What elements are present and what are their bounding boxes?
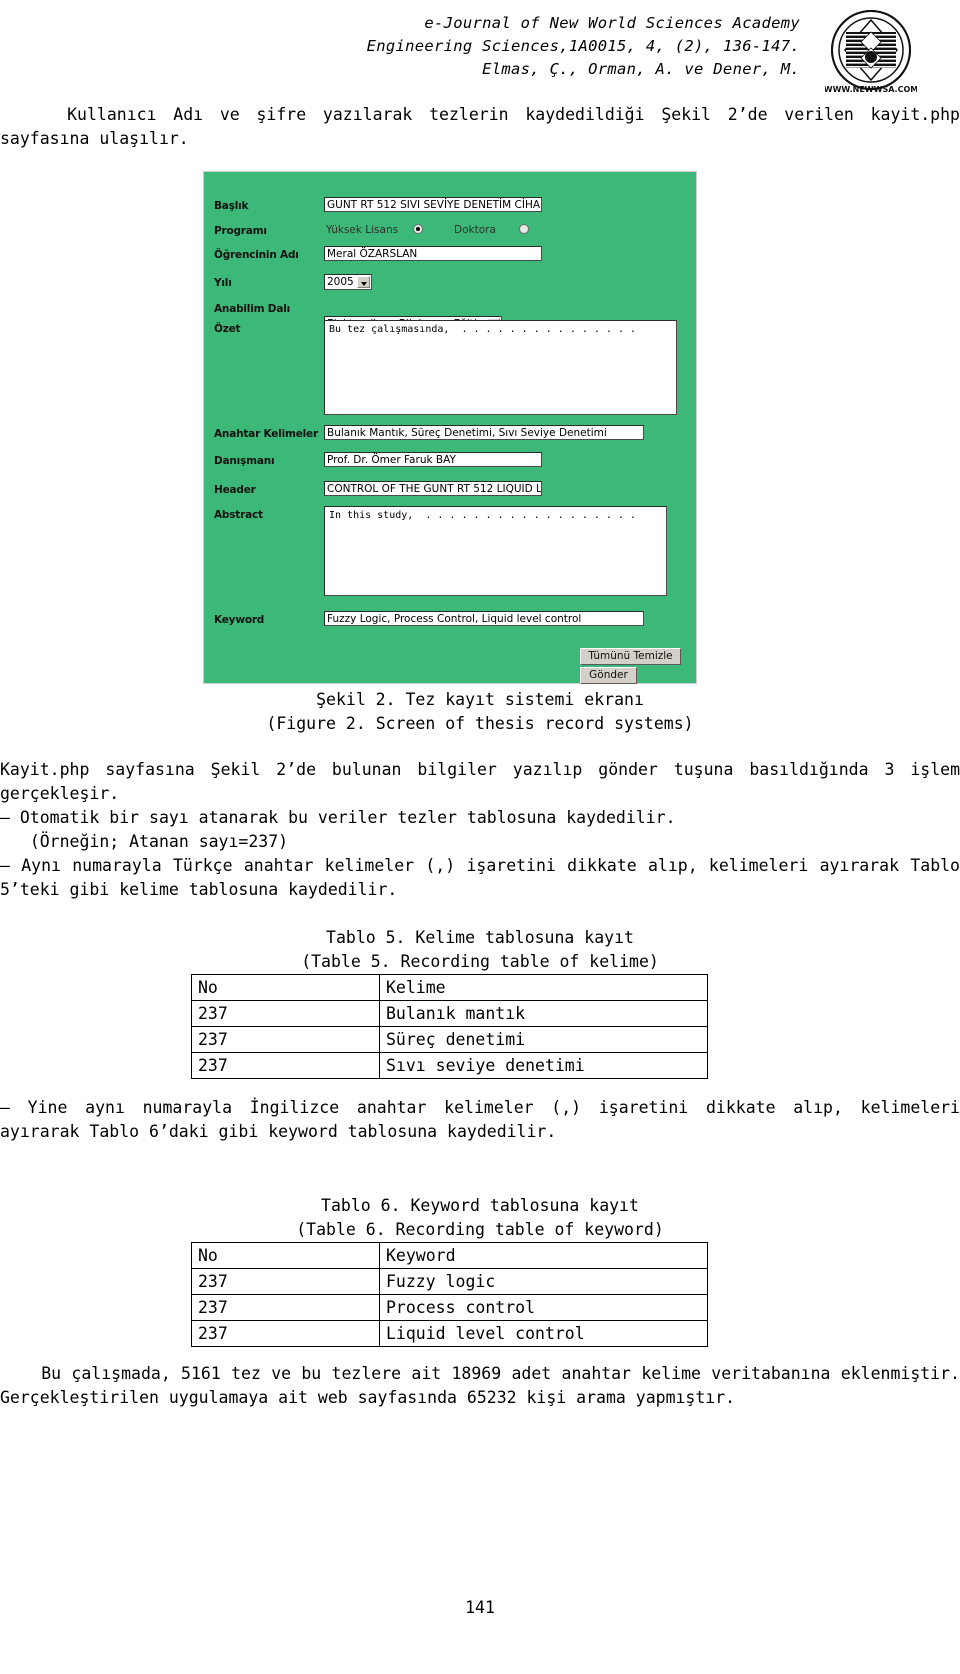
- table5-row2-kelime: Sıvı seviye denetimi: [379, 1052, 708, 1079]
- form-label-programi: Programı: [214, 225, 267, 237]
- table6-header-keyword: Keyword: [379, 1242, 708, 1269]
- figure-caption-tr: Şekil 2. Tez kayıt sistemi ekranı: [316, 690, 644, 709]
- thesis-record-form-screenshot: Başlık GUNT RT 512 SIVI SEVİYE DENETİM C…: [203, 171, 697, 684]
- baslik-input[interactable]: GUNT RT 512 SIVI SEVİYE DENETİM CİHA: [324, 197, 542, 212]
- ogrencinin-adi-input[interactable]: Meral ÖZARSLAN: [324, 246, 542, 261]
- table6-row0-keyword: Fuzzy logic: [379, 1268, 708, 1295]
- form-label-danismani: Danışmanı: [214, 455, 275, 467]
- table6-row0-no: 237: [191, 1268, 380, 1295]
- table-row: 237 Sıvı seviye denetimi: [191, 1052, 708, 1079]
- journal-issue-info: Engineering Sciences,1A0015, 4, (2), 136…: [366, 37, 800, 55]
- table6-row1-keyword: Process control: [379, 1294, 708, 1321]
- form-label-anahtar-kelimeler: Anahtar Kelimeler: [214, 428, 318, 440]
- radio-label-yuksek-lisans: Yüksek Lisans: [326, 224, 399, 236]
- table-header-row: No Kelime: [191, 974, 708, 1001]
- table6: No Keyword 237 Fuzzy logic 237 Process c…: [191, 1242, 708, 1347]
- table5-header-kelime: Kelime: [379, 974, 708, 1001]
- form-label-yili: Yılı: [214, 277, 232, 289]
- figure-caption-en: (Figure 2. Screen of thesis record syste…: [266, 714, 694, 733]
- newwsa-logo: WWW.NEWWSA.COM: [824, 10, 918, 94]
- table6-caption-en: (Table 6. Recording table of keyword): [296, 1220, 664, 1239]
- body-paragraph-1: Kayit.php sayfasına Şekil 2’de bulunan b…: [0, 760, 960, 803]
- form-label-abstract: Abstract: [214, 509, 263, 521]
- danismani-input[interactable]: Prof. Dr. Ömer Faruk BAY: [324, 452, 542, 467]
- page-number: 141: [465, 1598, 495, 1617]
- table6-caption-tr: Tablo 6. Keyword tablosuna kayıt: [321, 1196, 639, 1215]
- table6-row2-no: 237: [191, 1320, 380, 1347]
- radio-label-doktora: Doktora: [454, 224, 496, 236]
- radio-yuksek-lisans[interactable]: [413, 224, 423, 234]
- journal-authors: Elmas, Ç., Orman, A. ve Dener, M.: [482, 60, 800, 78]
- yili-select-value: 2005: [327, 276, 354, 288]
- table5-row0-kelime: Bulanık mantık: [379, 1000, 708, 1027]
- table5-row0-no: 237: [191, 1000, 380, 1027]
- intro-paragraph: Kullanıcı Adı ve şifre yazılarak tezleri…: [0, 105, 960, 148]
- newwsa-logo-icon: WWW.NEWWSA.COM: [824, 10, 918, 94]
- table-row: 237 Bulanık mantık: [191, 1000, 708, 1027]
- table-row: 237 Fuzzy logic: [191, 1268, 708, 1295]
- anahtar-kelimeler-input[interactable]: Bulanık Mantık, Süreç Denetimi, Sıvı Sev…: [324, 425, 644, 440]
- table5-row2-no: 237: [191, 1052, 380, 1079]
- form-label-keyword: Keyword: [214, 614, 265, 626]
- table5-header-no: No: [191, 974, 380, 1001]
- body-paragraph-2b: (Örneğin; Atanan sayı=237): [0, 832, 289, 851]
- table5-row1-no: 237: [191, 1026, 380, 1053]
- ozet-textarea[interactable]: Bu tez çalışmasında, . . . . . . . . . .…: [324, 320, 677, 415]
- form-label-baslik: Başlık: [214, 200, 249, 212]
- table-row: 237 Process control: [191, 1294, 708, 1321]
- abstract-textarea[interactable]: In this study, . . . . . . . . . . . . .…: [324, 506, 667, 596]
- table5: No Kelime 237 Bulanık mantık 237 Süreç d…: [191, 974, 708, 1079]
- form-label-ogrencinin-adi: Öğrencinin Adı: [214, 249, 299, 261]
- table5-caption-tr: Tablo 5. Kelime tablosuna kayıt: [326, 928, 634, 947]
- body-paragraph-3: ― Aynı numarayla Türkçe anahtar kelimele…: [0, 856, 960, 899]
- clear-all-button[interactable]: Tümünü Temizle: [580, 648, 681, 665]
- body-paragraph-2: ― Otomatik bir sayı atanarak bu veriler …: [0, 808, 676, 827]
- table-row: 237 Süreç denetimi: [191, 1026, 708, 1053]
- body-paragraph-4: ― Yine aynı numarayla İngilizce anahtar …: [0, 1098, 960, 1141]
- table6-row2-keyword: Liquid level control: [379, 1320, 708, 1347]
- journal-header: e-Journal of New World Sciences Academy …: [0, 8, 960, 94]
- table-header-row: No Keyword: [191, 1242, 708, 1269]
- table5-caption-en: (Table 5. Recording table of kelime): [301, 952, 659, 971]
- journal-citation-block: e-Journal of New World Sciences Academy …: [367, 12, 800, 81]
- form-label-anabilim-dali: Anabilim Dalı: [214, 303, 290, 315]
- form-label-header: Header: [214, 484, 256, 496]
- radio-doktora[interactable]: [519, 224, 529, 234]
- journal-name: e-Journal of New World Sciences Academy: [424, 14, 800, 32]
- header-input[interactable]: CONTROL OF THE GUNT RT 512 LIQUID L: [324, 481, 542, 496]
- body-paragraph-5: Bu çalışmada, 5161 tez ve bu tezlere ait…: [0, 1364, 960, 1407]
- chevron-down-icon[interactable]: [357, 276, 370, 288]
- table-row: 237 Liquid level control: [191, 1320, 708, 1347]
- form-label-ozet: Özet: [214, 323, 241, 335]
- table6-row1-no: 237: [191, 1294, 380, 1321]
- table5-row1-kelime: Süreç denetimi: [379, 1026, 708, 1053]
- logo-url-text: WWW.NEWWSA.COM: [825, 85, 917, 94]
- submit-button[interactable]: Gönder: [580, 667, 637, 684]
- yili-select[interactable]: 2005: [324, 274, 372, 290]
- keyword-input[interactable]: Fuzzy Logic, Process Control, Liquid lev…: [324, 611, 644, 626]
- table6-header-no: No: [191, 1242, 380, 1269]
